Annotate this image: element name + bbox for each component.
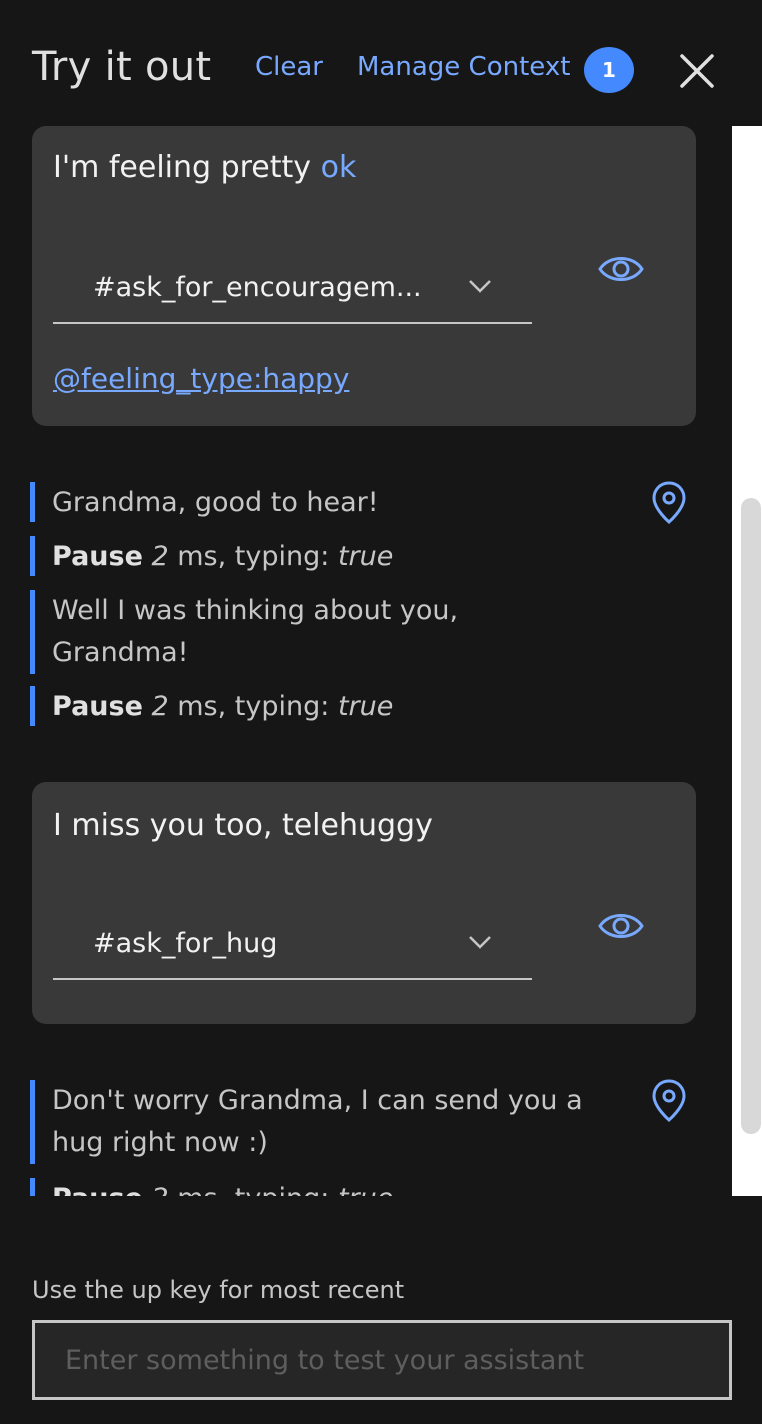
response-pause: Pause 2 ms, typing: true [30, 1178, 393, 1196]
message-input-container[interactable] [32, 1320, 732, 1400]
intent-dropdown[interactable]: #ask_for_encouragem... [53, 252, 532, 324]
manage-context-button[interactable]: Manage Context [357, 52, 570, 82]
user-message-text: I miss you too, telehuggy [53, 808, 433, 843]
input-hint: Use the up key for most recent [32, 1276, 405, 1304]
close-icon[interactable] [674, 48, 720, 94]
user-message-card: I miss you too, telehuggy #ask_for_hug [32, 782, 696, 1024]
user-message-card: I'm feeling pretty ok #ask_for_encourage… [32, 126, 696, 426]
location-pin-icon[interactable] [650, 480, 688, 526]
context-count-badge: 1 [584, 47, 634, 93]
scrollbar-thumb[interactable] [741, 498, 761, 1134]
message-input[interactable] [35, 1323, 729, 1397]
response-text: Well I was thinking about you, Grandma! [30, 590, 492, 674]
chevron-down-icon [469, 936, 491, 949]
entity-link[interactable]: @feeling_type:happy [53, 362, 349, 395]
response-text: Grandma, good to hear! [30, 482, 379, 522]
eye-icon[interactable] [597, 251, 645, 287]
intent-dropdown[interactable]: #ask_for_hug [53, 908, 532, 980]
conversation-area[interactable]: I'm feeling pretty ok #ask_for_encourage… [0, 126, 732, 1196]
panel-title: Try it out [32, 44, 212, 90]
clear-button[interactable]: Clear [255, 52, 323, 82]
response-pause: Pause 2 ms, typing: true [30, 686, 393, 726]
response-pause: Pause 2 ms, typing: true [30, 536, 393, 576]
response-text: Don't worry Grandma, I can send you a hu… [30, 1080, 612, 1164]
intent-label: #ask_for_encouragem... [93, 272, 422, 303]
highlighted-word: ok [320, 150, 357, 185]
chevron-down-icon [469, 280, 491, 293]
intent-label: #ask_for_hug [93, 928, 278, 959]
location-pin-icon[interactable] [650, 1078, 688, 1124]
panel-header: Try it out Clear Manage Context 1 [0, 0, 762, 120]
eye-icon[interactable] [597, 908, 645, 944]
user-message-text: I'm feeling pretty ok [53, 150, 357, 185]
